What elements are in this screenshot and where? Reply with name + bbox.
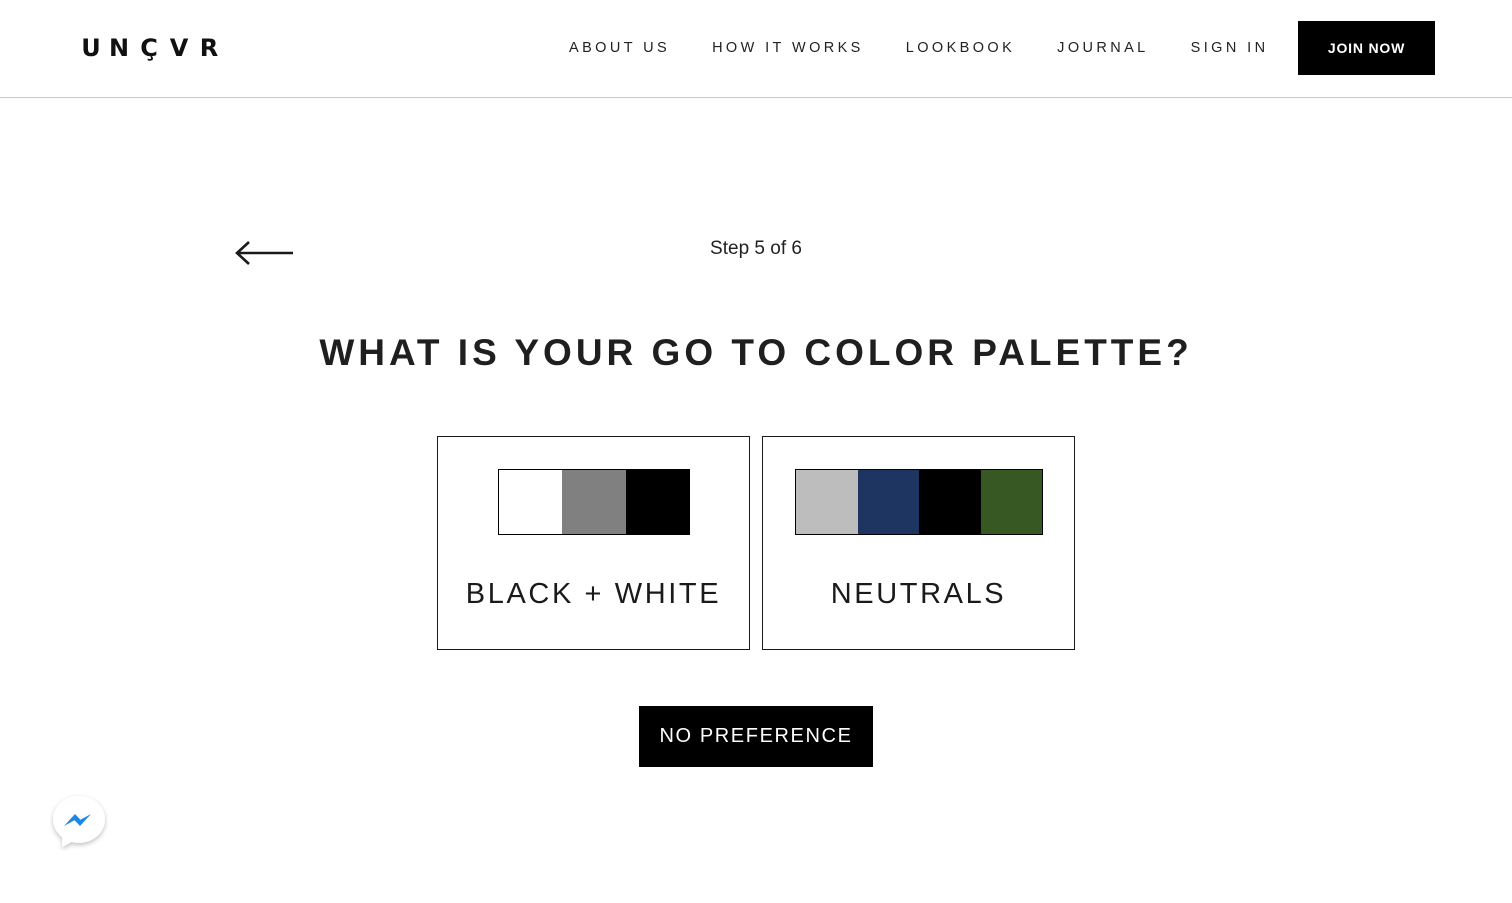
no-preference-button[interactable]: NO PREFERENCE [639, 706, 873, 767]
main-nav: ABOUT US HOW IT WORKS LOOKBOOK JOURNAL S… [569, 38, 1268, 58]
color-swatch [499, 470, 563, 534]
logo-letter: U [81, 34, 101, 62]
messenger-icon[interactable] [50, 793, 108, 851]
palette-option-neutrals[interactable]: NEUTRALS [762, 436, 1075, 650]
color-swatch [796, 470, 858, 534]
nav-lookbook[interactable]: LOOKBOOK [906, 38, 1015, 58]
color-swatches [498, 469, 690, 535]
step-indicator: Step 5 of 6 [710, 238, 802, 259]
nav-about-us[interactable]: ABOUT US [569, 38, 670, 58]
color-swatches [795, 469, 1043, 535]
nav-sign-in[interactable]: SIGN IN [1191, 38, 1269, 58]
question-title: WHAT IS YOUR GO TO COLOR PALETTE? [319, 332, 1193, 373]
palette-option-black-white[interactable]: BLACK + WHITE [437, 436, 750, 650]
join-now-button[interactable]: JOIN NOW [1298, 21, 1435, 75]
uncvr-logo[interactable]: U N Ç V R [78, 33, 224, 79]
option-label: NEUTRALS [830, 578, 1007, 610]
color-swatch [625, 470, 689, 534]
arrow-left-icon[interactable] [234, 240, 296, 266]
logo-letter: R [199, 34, 219, 62]
site-header: U N Ç V R ABOUT US HOW IT WORKS LOOKBOOK… [0, 0, 1512, 98]
color-swatch [562, 470, 626, 534]
nav-journal[interactable]: JOURNAL [1057, 38, 1148, 58]
nav-how-it-works[interactable]: HOW IT WORKS [712, 38, 864, 58]
logo-letter: V [169, 34, 189, 62]
option-label: BLACK + WHITE [465, 578, 722, 610]
color-swatch [919, 470, 981, 534]
logo-letter: Ç [140, 34, 158, 62]
color-swatch [857, 470, 919, 534]
color-swatch [980, 470, 1042, 534]
logo-letter: N [108, 34, 130, 62]
